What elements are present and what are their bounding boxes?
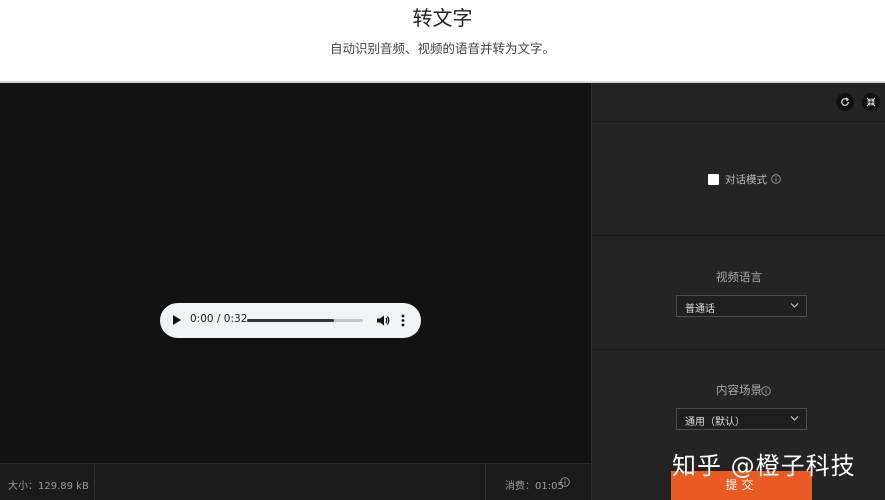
audio-progress-fill bbox=[247, 319, 334, 322]
settings-panel: 对话模式 视频语言 普通话 内容场景 通用（默认） 提交 bbox=[591, 83, 885, 500]
scene-value: 通用（默认） bbox=[685, 417, 745, 428]
cost-readout: 消费：01:05 bbox=[505, 481, 564, 492]
language-select[interactable]: 普通话 bbox=[676, 295, 807, 317]
collapse-button[interactable] bbox=[862, 93, 880, 111]
page: 转文字 自动识别音频、视频的语音并转为文字。 0:00 / 0:32 大小：12… bbox=[0, 0, 885, 500]
chevron-down-icon bbox=[790, 303, 799, 308]
audio-progress-track[interactable] bbox=[247, 319, 363, 322]
language-value: 普通话 bbox=[685, 304, 715, 315]
media-stage: 0:00 / 0:32 bbox=[0, 83, 591, 463]
language-section: 视频语言 普通话 bbox=[592, 236, 885, 350]
dialogue-mode-section: 对话模式 bbox=[592, 122, 885, 236]
status-divider bbox=[485, 464, 486, 500]
header: 转文字 自动识别音频、视频的语音并转为文字。 bbox=[0, 0, 885, 81]
dialogue-mode-label: 对话模式 bbox=[725, 173, 767, 186]
file-size: 大小：129.89 kB bbox=[8, 481, 89, 492]
language-label: 视频语言 bbox=[716, 270, 762, 284]
chevron-down-icon bbox=[790, 416, 799, 421]
panel-toolbar bbox=[592, 83, 885, 122]
status-bar: 大小：129.89 kB 消费：01:05 bbox=[0, 463, 591, 500]
status-divider bbox=[94, 464, 95, 500]
info-icon[interactable] bbox=[761, 386, 771, 396]
dialogue-mode-toggle[interactable]: 对话模式 bbox=[708, 172, 781, 186]
more-vert-icon[interactable] bbox=[400, 313, 406, 328]
dialogue-mode-checkbox[interactable] bbox=[708, 173, 719, 185]
audio-time: 0:00 / 0:32 bbox=[190, 313, 248, 325]
refresh-icon bbox=[841, 97, 850, 106]
page-subtitle: 自动识别音频、视频的语音并转为文字。 bbox=[329, 41, 555, 56]
info-icon[interactable] bbox=[560, 477, 570, 487]
page-title: 转文字 bbox=[412, 6, 473, 30]
refresh-button[interactable] bbox=[836, 93, 854, 111]
collapse-icon bbox=[866, 97, 876, 107]
play-icon[interactable] bbox=[173, 315, 181, 325]
watermark: 知乎 @橙子科技 bbox=[672, 452, 856, 480]
audio-player[interactable]: 0:00 / 0:32 bbox=[160, 303, 421, 338]
scene-label: 内容场景 bbox=[716, 383, 762, 397]
scene-select[interactable]: 通用（默认） bbox=[676, 408, 807, 430]
info-icon[interactable] bbox=[771, 174, 781, 184]
volume-icon[interactable] bbox=[376, 314, 390, 327]
